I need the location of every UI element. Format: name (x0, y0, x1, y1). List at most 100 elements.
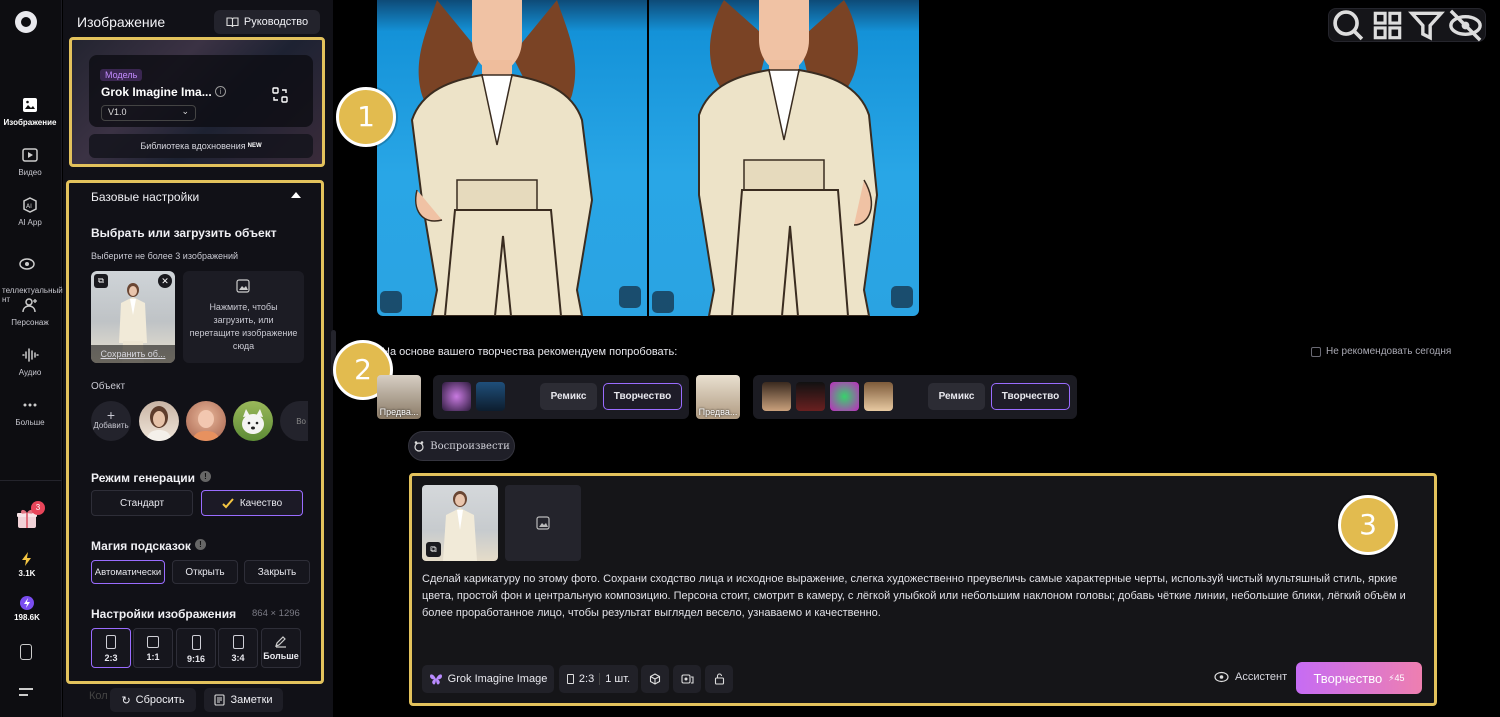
cube-icon (649, 673, 661, 685)
ratio-count-chip[interactable]: 2:3 1 шт. (559, 665, 638, 693)
book-icon (226, 17, 239, 28)
switch-model-icon[interactable] (272, 87, 288, 103)
model-chip[interactable]: Grok Imagine Image (422, 665, 554, 693)
credits-stat[interactable]: 198.6K (0, 596, 54, 622)
nav-item-ai-app[interactable]: AI AI App (0, 196, 60, 227)
prompt-reference-image[interactable]: ⧉ (422, 485, 498, 561)
assistant-eye-icon (1214, 671, 1229, 683)
rec-mini-avatar[interactable] (442, 382, 471, 411)
rec-mini-avatar[interactable] (476, 382, 505, 411)
image-settings-title: Настройки изображения (91, 607, 237, 621)
gift-button[interactable]: 3 (15, 501, 45, 530)
play-button[interactable]: Воспроизвести (408, 431, 515, 461)
app-logo-icon[interactable] (15, 11, 37, 33)
rec-preview-2[interactable]: Предва... (696, 375, 740, 419)
rec-mini-avatar[interactable] (864, 382, 893, 411)
purple-lightning-icon (20, 596, 34, 610)
select-object-hint: Выберите не более 3 изображений (91, 251, 239, 261)
prompt-text[interactable]: Сделай карикатуру по этому фото. Сохрани… (422, 571, 1422, 622)
more-dots-icon (23, 403, 37, 407)
rec-mini-avatar[interactable] (830, 382, 859, 411)
style-cube-button[interactable] (641, 665, 669, 693)
nav-item-character[interactable]: Персонаж (0, 296, 60, 327)
settings-panel: Изображение Руководство Модель Grok Imag… (63, 0, 333, 717)
remove-image-button[interactable]: ✕ (158, 274, 172, 288)
basic-settings-header[interactable]: Базовые настройки (91, 190, 199, 204)
mobile-icon[interactable] (20, 644, 32, 660)
cost-badge: ⚡45 (1388, 672, 1405, 683)
character-ref-button[interactable] (673, 665, 701, 693)
object-more-avatar[interactable]: Во (280, 401, 308, 441)
object-dog-avatar[interactable] (233, 401, 273, 441)
reset-icon: ↻ (121, 694, 131, 707)
nav-item-more[interactable]: Больше (0, 396, 60, 427)
woman-avatar (147, 406, 171, 441)
ratio-3-4-button[interactable]: 3:4 (218, 628, 258, 668)
magic-auto-button[interactable]: Автоматически (91, 560, 165, 584)
replace-icon[interactable]: ⧉ (94, 274, 108, 288)
character-icon (22, 298, 37, 313)
version-select[interactable]: V1.0 ⌄ (101, 105, 196, 121)
object-girl-avatar[interactable] (186, 401, 226, 441)
nav-item-audio[interactable]: Аудио (0, 346, 60, 377)
nav-item-video[interactable]: Видео (0, 146, 60, 177)
magic-close-button[interactable]: Закрыть (244, 560, 310, 584)
mode-quality-button[interactable]: Качество (201, 490, 303, 516)
generated-image-2[interactable] (649, 0, 919, 316)
energy-stat[interactable]: 3.1K (0, 552, 54, 578)
edit-brush-icon[interactable] (891, 286, 913, 308)
top-toolbar (1328, 8, 1486, 42)
ratio-1-1-button[interactable]: 1:1 (133, 628, 173, 668)
remix-button[interactable]: Ремикс (540, 383, 597, 410)
rec-preview-1[interactable]: Предва... (377, 375, 421, 419)
generated-image-1[interactable] (377, 0, 647, 316)
upload-dropzone[interactable]: Нажмите, чтобы загрузить, или перетащите… (183, 271, 304, 363)
save-image-icon[interactable] (380, 291, 402, 313)
remix-button[interactable]: Ремикс (928, 383, 985, 410)
magic-open-button[interactable]: Открыть (172, 560, 238, 584)
collapse-arrow-icon[interactable] (291, 192, 301, 198)
rail-divider (0, 480, 62, 481)
save-object-link[interactable]: Сохранить об... (91, 345, 175, 363)
create-button[interactable]: Творчество (991, 383, 1070, 410)
notes-button[interactable]: Заметки (204, 688, 283, 712)
search-icon[interactable] (1329, 6, 1368, 45)
hide-eye-icon[interactable] (1446, 6, 1485, 45)
gen-mode-info-icon[interactable]: ! (200, 471, 211, 482)
ratio-9-16-button[interactable]: 9:16 (176, 628, 216, 668)
mode-standard-button[interactable]: Стандарт (91, 490, 193, 516)
caricature-woman-2 (698, 0, 879, 316)
magic-info-icon[interactable]: ! (195, 539, 206, 550)
grid-icon[interactable] (1368, 6, 1407, 45)
save-image-icon[interactable] (652, 291, 674, 313)
ratio-more-button[interactable]: Больше (261, 628, 301, 668)
model-selector[interactable]: Модель Grok Imagine Ima... i V1.0 ⌄ (89, 55, 313, 127)
object-label: Объект (91, 381, 126, 392)
image-ref-icon[interactable]: ⧉ (426, 542, 441, 557)
filter-icon[interactable] (1407, 6, 1446, 45)
guide-button[interactable]: Руководство (214, 10, 320, 34)
prompt-add-image-button[interactable] (505, 485, 581, 561)
ratio-shape-icon (566, 674, 574, 684)
menu-icon[interactable] (19, 688, 33, 696)
lock-button[interactable] (705, 665, 733, 693)
info-icon[interactable]: i (215, 86, 226, 97)
generate-button[interactable]: Творчество ⚡45 (1296, 662, 1422, 694)
dont-recommend-checkbox[interactable]: Не рекомендовать сегодня (1311, 346, 1451, 357)
inspiration-library-button[interactable]: Библиотека вдохновения NEW (89, 134, 313, 158)
quality-check-icon (222, 497, 234, 508)
object-woman-avatar[interactable] (139, 401, 179, 441)
assistant-button[interactable]: Ассистент (1214, 671, 1287, 683)
create-button[interactable]: Творчество (603, 383, 682, 410)
uploaded-image[interactable]: ⧉ ✕ Сохранить об... (91, 271, 175, 363)
edit-brush-icon[interactable] (619, 286, 641, 308)
ratio-shape-icon (232, 635, 244, 649)
ratio-2-3-button[interactable]: 2:3 (91, 628, 131, 668)
rec-mini-avatar[interactable] (762, 382, 791, 411)
recommend-text: На основе вашего творчества рекомендуем … (382, 346, 678, 358)
rec-mini-avatar[interactable] (796, 382, 825, 411)
edit-pen-icon (275, 636, 286, 648)
add-object-button[interactable]: + Добавить (91, 401, 131, 441)
reset-button[interactable]: ↻ Сбросить (110, 688, 196, 712)
nav-item-image[interactable]: Изображение (0, 96, 60, 127)
